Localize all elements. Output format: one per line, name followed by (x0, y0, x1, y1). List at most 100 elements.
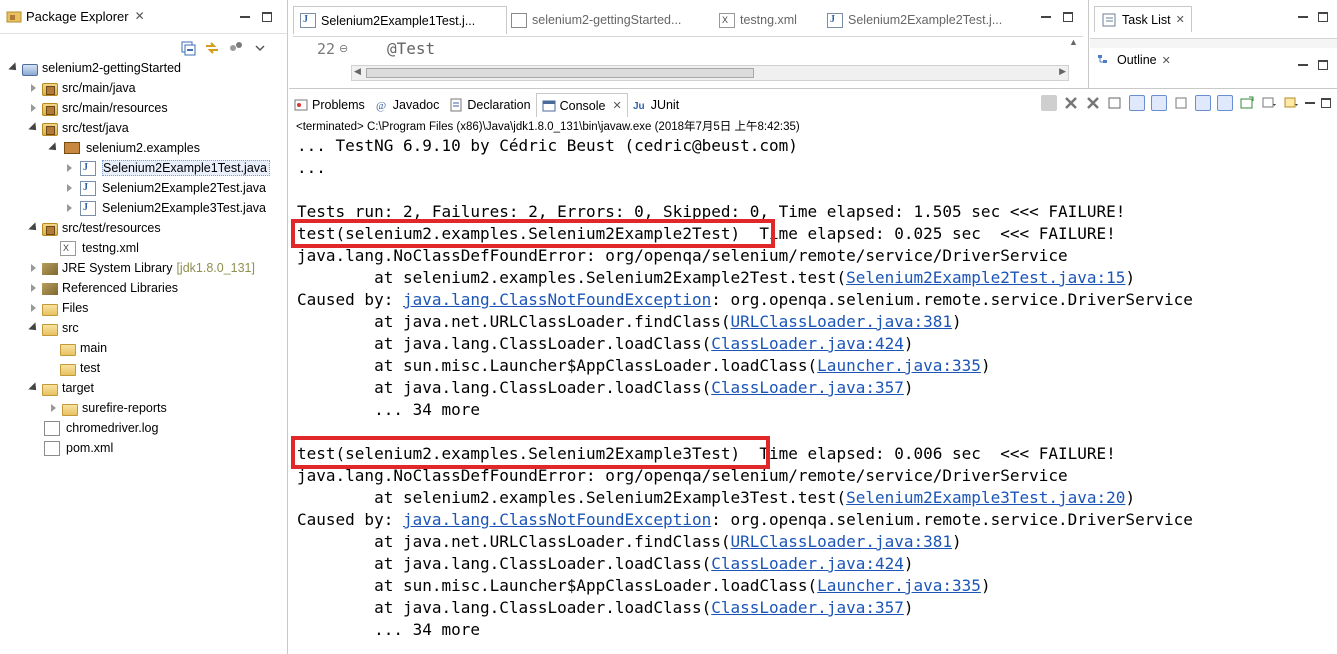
scroll-up-icon[interactable]: ▲ (1069, 37, 1078, 47)
scrollbar-thumb[interactable] (366, 68, 754, 78)
editor-tab-example2[interactable]: Selenium2Example2Test.j... (821, 6, 1008, 34)
expand-icon[interactable] (28, 383, 38, 393)
stacktrace-link[interactable]: java.lang.ClassNotFoundException (403, 290, 711, 309)
stacktrace-link[interactable]: ClassLoader.java:357 (711, 378, 904, 397)
tree-item-src-test-java[interactable]: src/test/java (28, 118, 129, 138)
filter-icon[interactable] (228, 40, 244, 56)
clear-console-icon[interactable] (1107, 95, 1123, 111)
tree-item-example3[interactable]: Selenium2Example3Test.java (64, 198, 266, 218)
tab-junit[interactable]: Ju JUnit (628, 93, 684, 117)
expand-icon[interactable] (64, 163, 74, 173)
maximize-icon[interactable] (1318, 12, 1328, 22)
tree-item-jre[interactable]: JRE System Library [jdk1.8.0_131] (28, 258, 255, 278)
editor-tab-example1[interactable]: Selenium2Example1Test.j... (293, 6, 507, 34)
close-icon[interactable]: ✕ (1176, 13, 1185, 26)
expand-icon[interactable] (48, 143, 58, 153)
expand-icon[interactable] (28, 263, 38, 273)
horizontal-scrollbar[interactable]: ◀ ▶ (351, 65, 1069, 81)
tab-console[interactable]: Console ✕ (535, 93, 628, 117)
outline-tab[interactable]: Outline ✕ (1096, 52, 1171, 68)
tree-item-example2[interactable]: Selenium2Example2Test.java (64, 178, 266, 198)
tree-item-src-main-java[interactable]: src/main/java (28, 78, 136, 98)
open-console-dropdown-icon[interactable] (1283, 95, 1299, 111)
tree-item-src-main-resources[interactable]: src/main/resources (28, 98, 168, 118)
close-icon[interactable]: ✕ (135, 9, 145, 23)
new-console-icon[interactable] (1239, 95, 1255, 111)
scroll-lock-icon[interactable] (1129, 95, 1145, 111)
terminate-icon[interactable] (1041, 95, 1057, 111)
tree-item-project[interactable]: selenium2-gettingStarted (8, 58, 181, 78)
junit-icon: Ju (633, 98, 647, 112)
link-with-editor-icon[interactable] (204, 40, 220, 56)
maximize-icon[interactable] (1318, 60, 1328, 70)
tree-item-src-test-resources[interactable]: src/test/resources (28, 218, 161, 238)
expand-icon[interactable] (64, 183, 74, 193)
expand-icon[interactable] (28, 283, 38, 293)
tree-item-example1[interactable]: Selenium2Example1Test.java (64, 158, 270, 178)
package-explorer-view: Package Explorer ✕ selenium2-gettingStar… (0, 0, 288, 654)
collapse-all-icon[interactable] (180, 40, 196, 56)
stacktrace-link[interactable]: Launcher.java:335 (817, 356, 981, 375)
fold-icon[interactable]: ⊖ (339, 42, 348, 55)
maximize-icon[interactable] (1063, 12, 1073, 22)
tree-item-referenced-libraries[interactable]: Referenced Libraries (28, 278, 178, 298)
stacktrace-link[interactable]: Selenium2Example2Test.java:15 (846, 268, 1125, 287)
tab-javadoc[interactable]: @ Javadoc (370, 93, 445, 117)
scroll-left-icon[interactable]: ◀ (354, 66, 361, 77)
task-list-tab[interactable]: Task List ✕ (1094, 6, 1192, 32)
remove-launch-icon[interactable] (1063, 95, 1079, 111)
word-wrap-icon[interactable] (1151, 95, 1167, 111)
expand-icon[interactable] (8, 63, 18, 73)
expand-icon[interactable] (28, 223, 38, 233)
stacktrace-link[interactable]: ClassLoader.java:357 (711, 598, 904, 617)
display-console-icon[interactable] (1195, 95, 1211, 111)
scroll-right-icon[interactable]: ▶ (1059, 66, 1066, 77)
tree-item-src[interactable]: src (28, 318, 79, 338)
stacktrace-link[interactable]: java.lang.ClassNotFoundException (403, 510, 711, 529)
tab-problems[interactable]: Problems (289, 93, 370, 117)
tree-item-pom-xml[interactable]: pom.xml (42, 438, 113, 458)
tree-item-main[interactable]: main (60, 338, 107, 358)
stacktrace-link[interactable]: URLClassLoader.java:381 (730, 312, 952, 331)
editor-tab-project[interactable]: selenium2-gettingStarted... (505, 6, 687, 34)
expand-icon[interactable] (28, 83, 38, 93)
maximize-icon[interactable] (1321, 98, 1331, 108)
expand-icon[interactable] (28, 323, 38, 333)
expand-icon[interactable] (28, 103, 38, 113)
stacktrace-link[interactable]: ClassLoader.java:424 (711, 554, 904, 573)
expand-icon[interactable] (28, 303, 38, 313)
package-explorer-tab[interactable]: Package Explorer ✕ (6, 8, 145, 24)
tree-item-chromedriver-log[interactable]: chromedriver.log (42, 418, 158, 438)
open-console-icon[interactable] (1217, 95, 1233, 111)
minimize-icon[interactable] (1305, 98, 1315, 104)
stacktrace-link[interactable]: Launcher.java:335 (817, 576, 981, 595)
minimize-icon[interactable] (1298, 60, 1308, 66)
remove-all-icon[interactable] (1085, 95, 1101, 111)
close-icon[interactable]: ✕ (1162, 54, 1171, 67)
tab-declaration[interactable]: Declaration (444, 93, 535, 117)
console-output[interactable]: ... TestNG 6.9.10 by Cédric Beust (cedri… (297, 135, 1193, 641)
expand-icon[interactable] (28, 123, 38, 133)
minimize-icon[interactable] (240, 12, 250, 18)
tree-item-testng-xml[interactable]: testng.xml (58, 238, 139, 258)
minimize-icon[interactable] (1298, 12, 1308, 18)
stacktrace-link[interactable]: URLClassLoader.java:381 (730, 532, 952, 551)
pin-console-icon[interactable] (1173, 95, 1189, 111)
minimize-icon[interactable] (1041, 12, 1051, 18)
tree-item-target[interactable]: target (28, 378, 94, 398)
stacktrace-link[interactable]: ClassLoader.java:424 (711, 334, 904, 353)
tree-item-files[interactable]: Files (28, 298, 88, 318)
expand-icon[interactable] (48, 403, 58, 413)
code-editor[interactable]: 22 ⊖ @Test ◀ ▶ ▲ (293, 36, 1083, 84)
tree-item-label: src (62, 321, 79, 335)
tree-item-test[interactable]: test (60, 358, 100, 378)
console-menu-icon[interactable] (1261, 95, 1277, 111)
tree-item-package[interactable]: selenium2.examples (48, 138, 200, 158)
expand-icon[interactable] (64, 203, 74, 213)
stacktrace-link[interactable]: Selenium2Example3Test.java:20 (846, 488, 1125, 507)
editor-tab-testng[interactable]: testng.xml (713, 6, 803, 34)
close-icon[interactable]: ✕ (612, 99, 621, 112)
view-menu-chevron-down-icon[interactable] (252, 40, 268, 56)
tree-item-surefire-reports[interactable]: surefire-reports (48, 398, 167, 418)
maximize-icon[interactable] (262, 12, 272, 22)
